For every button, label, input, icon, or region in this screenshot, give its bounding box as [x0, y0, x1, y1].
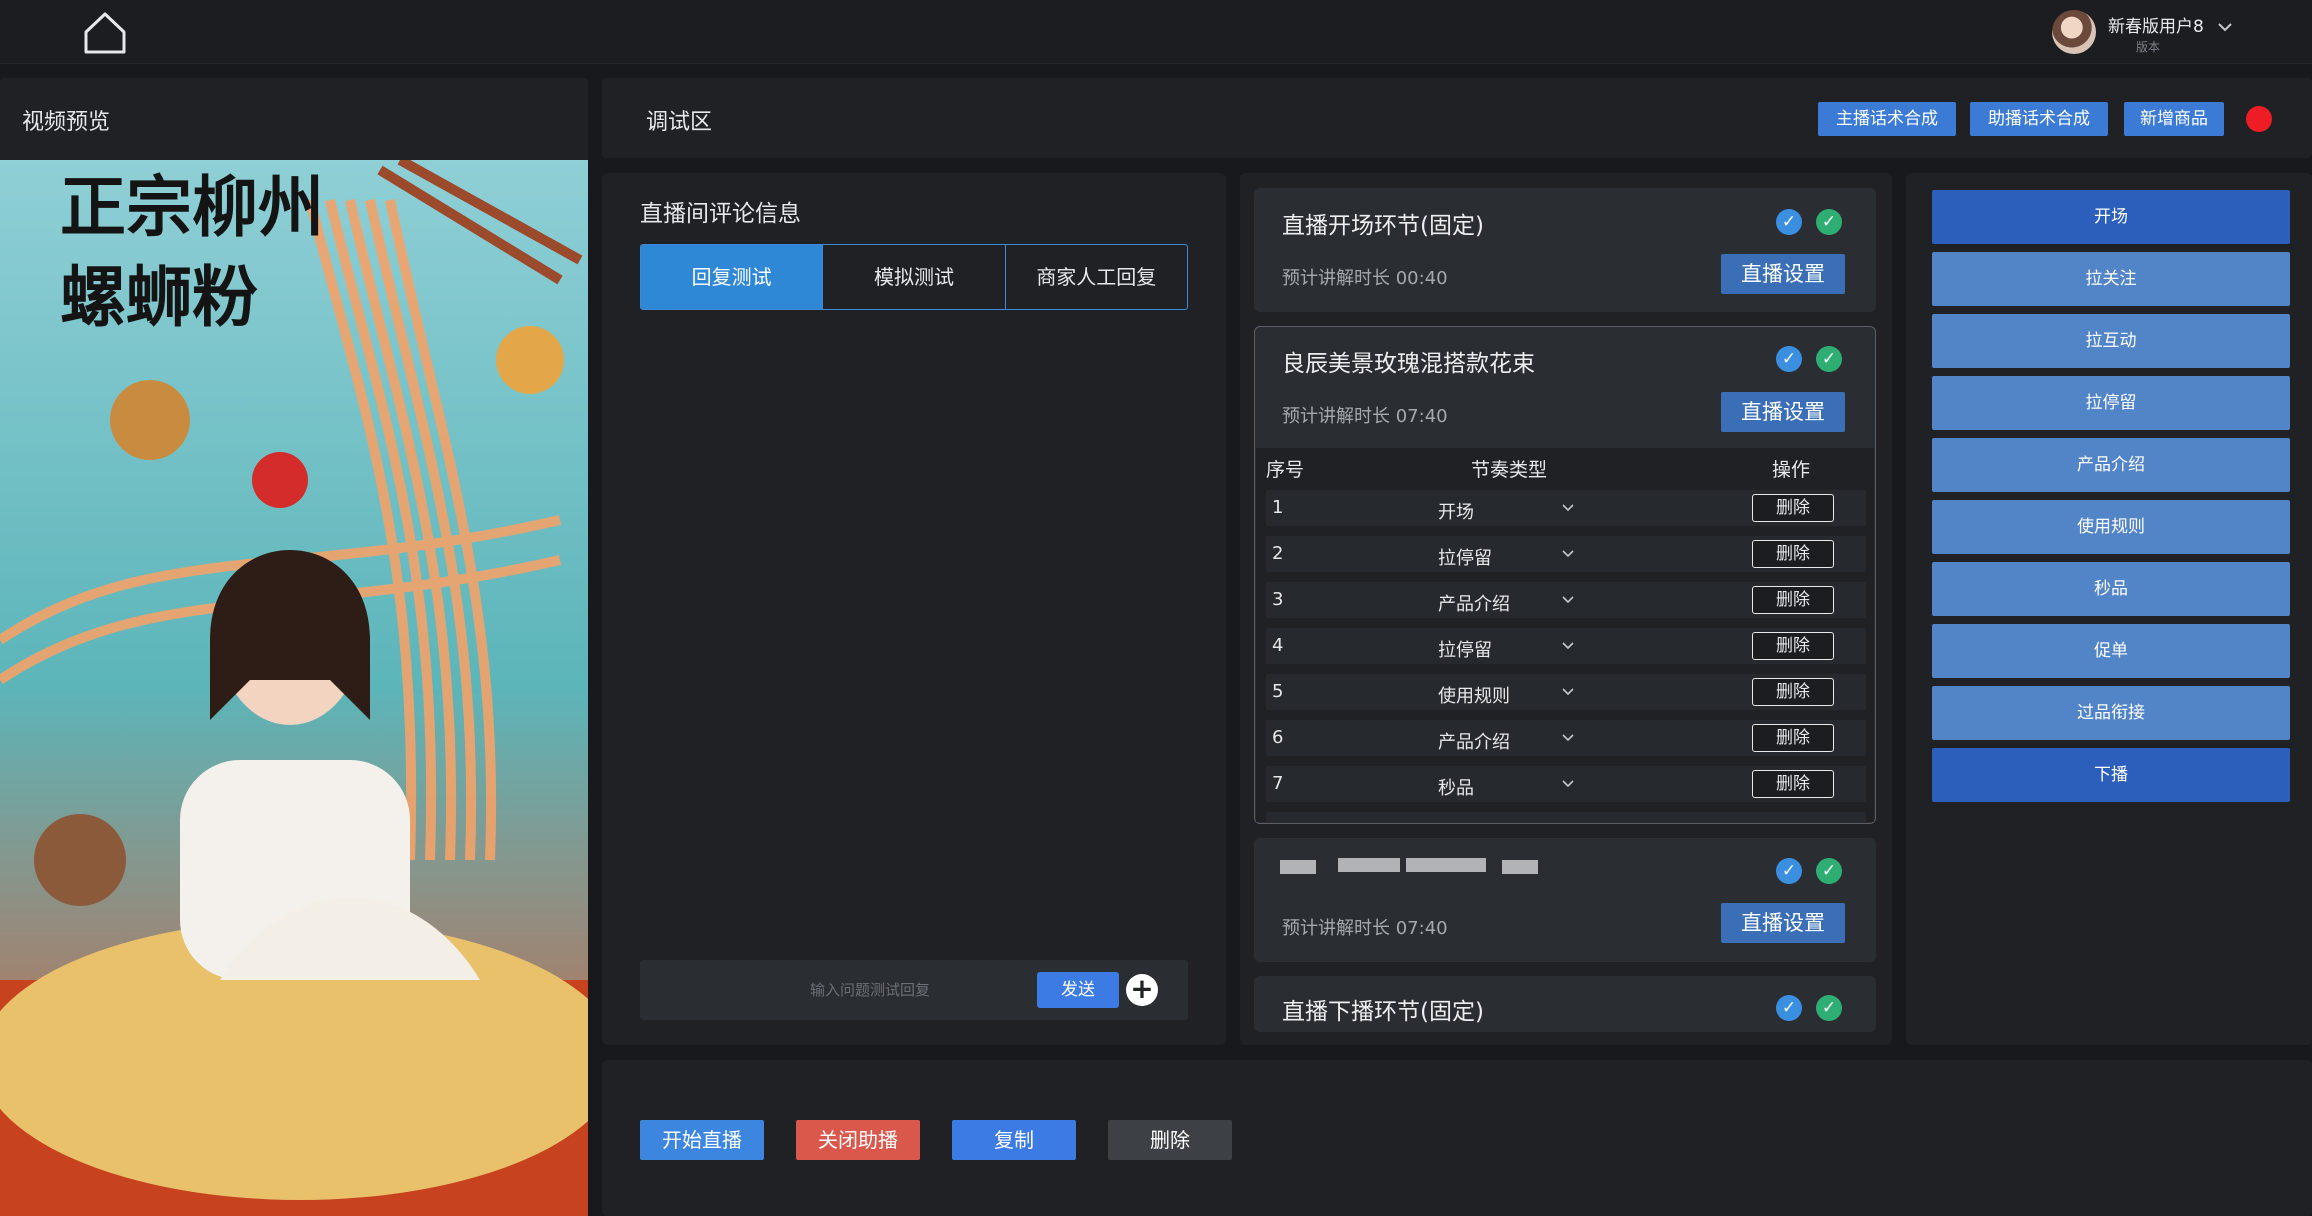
- check-green-icon: ✓: [1816, 995, 1842, 1021]
- segment-title: 直播开场环节(固定): [1282, 213, 1484, 239]
- rhythm-transition-button[interactable]: 过品衔接: [1932, 686, 2290, 740]
- delete-row-button[interactable]: 删除: [1752, 540, 1834, 568]
- record-status-dot[interactable]: [2246, 106, 2272, 132]
- chevron-down-icon[interactable]: [1560, 500, 1576, 516]
- live-settings-button[interactable]: 直播设置: [1721, 903, 1845, 943]
- rhythm-push-order-button[interactable]: 促单: [1932, 624, 2290, 678]
- chevron-down-icon[interactable]: [1560, 592, 1576, 608]
- row-number: 2: [1272, 543, 1284, 564]
- start-live-button[interactable]: 开始直播: [640, 1120, 764, 1160]
- row-type-select[interactable]: 秒品: [1438, 774, 1568, 800]
- assist-script-synth-button[interactable]: 助播话术合成: [1970, 102, 2108, 136]
- delete-row-button[interactable]: 删除: [1752, 632, 1834, 660]
- segment-title: 直播下播环节(固定): [1282, 999, 1484, 1025]
- rhythm-interaction-button[interactable]: 拉互动: [1932, 314, 2290, 368]
- delete-row-button[interactable]: 删除: [1752, 678, 1834, 706]
- chevron-down-icon[interactable]: [1560, 730, 1576, 746]
- row-type-select[interactable]: 产品介绍: [1438, 728, 1568, 754]
- row-number: 7: [1272, 773, 1284, 794]
- row-number: 3: [1272, 589, 1284, 610]
- chevron-down-icon[interactable]: [1560, 776, 1576, 792]
- table-header-type: 节奏类型: [1471, 459, 1548, 481]
- row-number: 4: [1272, 635, 1284, 656]
- live-settings-button[interactable]: 直播设置: [1721, 254, 1845, 294]
- row-type-select[interactable]: 开场: [1438, 498, 1568, 524]
- rhythm-flash-sale-button[interactable]: 秒品: [1932, 562, 2290, 616]
- rhythm-opening-button[interactable]: 开场: [1932, 190, 2290, 244]
- avatar[interactable]: [2052, 10, 2096, 54]
- segment-duration: 预计讲解时长 00:40: [1282, 268, 1448, 289]
- tab-reply-test[interactable]: 回复测试: [641, 245, 824, 309]
- delete-row-button[interactable]: 删除: [1752, 770, 1834, 798]
- table-row: 5 使用规则 删除: [1266, 674, 1866, 710]
- comments-title: 直播间评论信息: [640, 201, 801, 227]
- table-header-no: 序号: [1266, 459, 1305, 481]
- row-number: 6: [1272, 727, 1284, 748]
- rhythm-table: 序号 节奏类型 操作 1 开场 删除 2 拉停留 删除 3 产品介绍 删除 4 …: [1256, 448, 1874, 822]
- table-row: 3 产品介绍 删除: [1266, 582, 1866, 618]
- chevron-down-icon[interactable]: [1560, 638, 1576, 654]
- rhythm-closing-button[interactable]: 下播: [1932, 748, 2290, 802]
- row-number: 1: [1272, 497, 1284, 518]
- table-row: 2 拉停留 删除: [1266, 536, 1866, 572]
- live-settings-button[interactable]: 直播设置: [1721, 392, 1845, 432]
- table-row: 7 秒品 删除: [1266, 766, 1866, 802]
- tab-simulation-test[interactable]: 模拟测试: [823, 245, 1006, 309]
- add-icon[interactable]: +: [1126, 974, 1158, 1006]
- close-assist-button[interactable]: 关闭助播: [796, 1120, 920, 1160]
- segment-duration: 预计讲解时长 07:40: [1282, 918, 1448, 939]
- preview-title: 视频预览: [22, 110, 111, 135]
- row-number: 5: [1272, 681, 1284, 702]
- question-input[interactable]: [700, 972, 1040, 1008]
- check-blue-icon: ✓: [1776, 346, 1802, 372]
- check-blue-icon: ✓: [1776, 995, 1802, 1021]
- chevron-down-icon[interactable]: [1560, 546, 1576, 562]
- delete-row-button[interactable]: 删除: [1752, 586, 1834, 614]
- row-type-select[interactable]: 产品介绍: [1438, 590, 1568, 616]
- tab-merchant-manual-reply[interactable]: 商家人工回复: [1006, 245, 1187, 309]
- delete-row-button[interactable]: 删除: [1752, 494, 1834, 522]
- host-script-synth-button[interactable]: 主播话术合成: [1818, 102, 1956, 136]
- check-green-icon: ✓: [1816, 346, 1842, 372]
- chevron-down-icon[interactable]: [2216, 18, 2234, 36]
- delete-button[interactable]: 删除: [1108, 1120, 1232, 1160]
- video-preview-image: 正宗柳州 螺蛳粉: [0, 160, 588, 1216]
- table-header-action: 操作: [1772, 459, 1811, 481]
- check-blue-icon: ✓: [1776, 858, 1802, 884]
- rhythm-follow-button[interactable]: 拉关注: [1932, 252, 2290, 306]
- row-type-select[interactable]: 拉停留: [1438, 544, 1568, 570]
- table-row: [1266, 812, 1866, 822]
- check-green-icon: ✓: [1816, 209, 1842, 235]
- rhythm-retention-button[interactable]: 拉停留: [1932, 376, 2290, 430]
- table-row: 6 产品介绍 删除: [1266, 720, 1866, 756]
- top-bar: [0, 0, 2312, 64]
- delete-row-button[interactable]: 删除: [1752, 724, 1834, 752]
- user-version: 版本: [2136, 40, 2161, 54]
- poster-title-line1: 正宗柳州: [60, 169, 324, 246]
- check-green-icon: ✓: [1816, 858, 1842, 884]
- row-type-select[interactable]: 使用规则: [1438, 682, 1568, 708]
- chevron-down-icon[interactable]: [1560, 684, 1576, 700]
- copy-button[interactable]: 复制: [952, 1120, 1076, 1160]
- rhythm-usage-rules-button[interactable]: 使用规则: [1932, 500, 2290, 554]
- segment-title: 良辰美景玫瑰混搭款花束: [1282, 351, 1535, 377]
- row-type-select[interactable]: 拉停留: [1438, 636, 1568, 662]
- poster-title-line2: 螺蛳粉: [60, 259, 258, 336]
- comments-tabs: 回复测试 模拟测试 商家人工回复: [640, 244, 1188, 310]
- home-icon[interactable]: [80, 10, 130, 56]
- blurred-segment-title: [1280, 856, 1540, 876]
- table-row: 1 开场 删除: [1266, 490, 1866, 526]
- table-row: 4 拉停留 删除: [1266, 628, 1866, 664]
- debug-title: 调试区: [646, 110, 713, 135]
- add-product-button[interactable]: 新增商品: [2124, 102, 2224, 136]
- check-blue-icon: ✓: [1776, 209, 1802, 235]
- rhythm-product-intro-button[interactable]: 产品介绍: [1932, 438, 2290, 492]
- send-button[interactable]: 发送: [1037, 972, 1119, 1008]
- segment-duration: 预计讲解时长 07:40: [1282, 406, 1448, 427]
- username[interactable]: 新春版用户8: [2108, 12, 2204, 37]
